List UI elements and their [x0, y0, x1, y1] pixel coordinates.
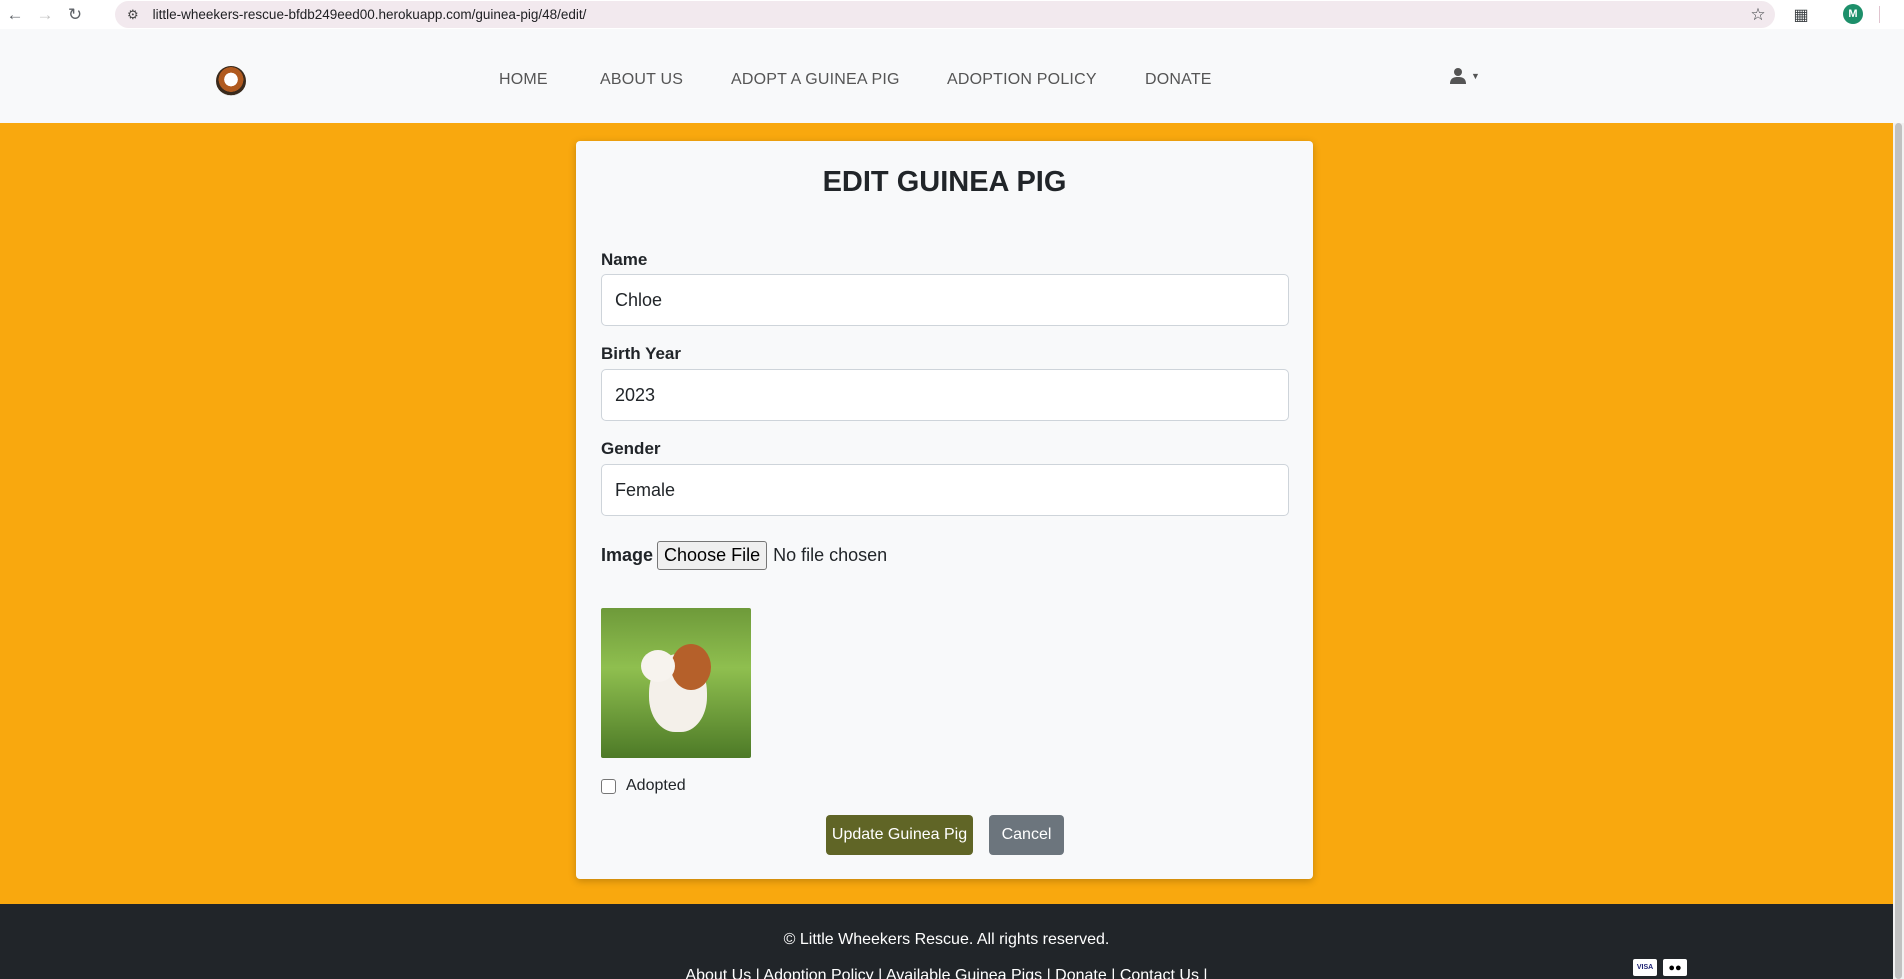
- footer-link-about-us[interactable]: About Us: [685, 967, 751, 979]
- scrollbar-thumb[interactable]: [1895, 123, 1902, 979]
- toolbar-divider: [1879, 6, 1880, 23]
- footer-separator: |: [878, 967, 886, 979]
- profile-avatar[interactable]: M: [1843, 4, 1863, 24]
- edit-guinea-pig-card: EDIT GUINEA PIG Name Birth Year Gender I…: [576, 141, 1313, 879]
- gender-input[interactable]: [601, 464, 1289, 516]
- footer-link-adoption-policy[interactable]: Adoption Policy: [763, 967, 873, 979]
- footer-separator: |: [1203, 967, 1208, 979]
- footer-link-donate[interactable]: Donate: [1055, 967, 1107, 979]
- birth-year-label: Birth Year: [601, 344, 682, 363]
- forward-icon[interactable]: →: [30, 0, 60, 29]
- update-guinea-pig-button[interactable]: Update Guinea Pig: [826, 815, 973, 855]
- nav-about-us[interactable]: ABOUT US: [600, 71, 683, 89]
- name-input[interactable]: [601, 274, 1289, 326]
- footer-link-available-guinea-pigs[interactable]: Available Guinea Pigs: [886, 967, 1042, 979]
- image-upload-row: Image Choose File No file chosen: [601, 541, 887, 570]
- gender-label: Gender: [601, 439, 661, 458]
- no-file-text: No file chosen: [773, 545, 888, 565]
- name-label: Name: [601, 250, 648, 269]
- cancel-button[interactable]: Cancel: [989, 815, 1064, 855]
- guinea-pig-head: [641, 650, 675, 682]
- adopted-label[interactable]: Adopted: [626, 777, 686, 795]
- user-icon: [1450, 68, 1466, 84]
- browser-toolbar: ← → ↻ ⚙ little-wheekers-rescue-bfdb249ee…: [0, 0, 1904, 29]
- footer-separator: |: [1111, 967, 1120, 979]
- chevron-down-icon: ▼: [1471, 70, 1480, 81]
- site-settings-icon[interactable]: ⚙: [127, 7, 139, 23]
- extensions-icon[interactable]: ▦: [1788, 2, 1814, 28]
- choose-file-button[interactable]: Choose File: [657, 541, 768, 570]
- address-bar[interactable]: ⚙ little-wheekers-rescue-bfdb249eed00.he…: [115, 1, 1775, 28]
- copyright-text: © Little Wheekers Rescue. All rights res…: [783, 931, 1110, 948]
- site-footer: © Little Wheekers Rescue. All rights res…: [0, 904, 1893, 979]
- mastercard-icon: ●●: [1663, 959, 1687, 976]
- page-title: EDIT GUINEA PIG: [822, 166, 1067, 198]
- image-label: Image: [601, 545, 654, 565]
- payment-icons: VISA ●●: [1633, 959, 1687, 976]
- adopted-checkbox[interactable]: [601, 778, 616, 794]
- birth-year-input[interactable]: [601, 369, 1289, 421]
- guinea-pig-fur-patch: [671, 644, 711, 690]
- reload-icon[interactable]: ↻: [60, 0, 90, 29]
- adopted-row: Adopted: [601, 777, 686, 795]
- visa-icon: VISA: [1633, 959, 1657, 976]
- footer-separator: |: [1046, 967, 1056, 979]
- footer-links: About Us | Adoption Policy | Available G…: [0, 967, 1893, 979]
- nav-donate[interactable]: DONATE: [1145, 71, 1212, 89]
- site-navbar: HOME ABOUT US ADOPT A GUINEA PIG ADOPTIO…: [0, 29, 1904, 123]
- bookmark-star-icon[interactable]: ☆: [1741, 1, 1775, 28]
- nav-links: HOME ABOUT US ADOPT A GUINEA PIG ADOPTIO…: [0, 29, 1904, 123]
- back-icon[interactable]: ←: [0, 0, 30, 29]
- nav-home[interactable]: HOME: [499, 71, 548, 89]
- footer-link-contact-us[interactable]: Contact Us: [1120, 967, 1199, 979]
- nav-adopt-a-guinea-pig[interactable]: ADOPT A GUINEA PIG: [731, 71, 900, 89]
- url-text[interactable]: little-wheekers-rescue-bfdb249eed00.hero…: [153, 7, 587, 22]
- page-scrollbar[interactable]: [1893, 123, 1904, 979]
- nav-adoption-policy[interactable]: ADOPTION POLICY: [947, 71, 1097, 89]
- user-menu-toggle[interactable]: ▼: [1450, 67, 1480, 84]
- guinea-pig-photo: [601, 608, 751, 758]
